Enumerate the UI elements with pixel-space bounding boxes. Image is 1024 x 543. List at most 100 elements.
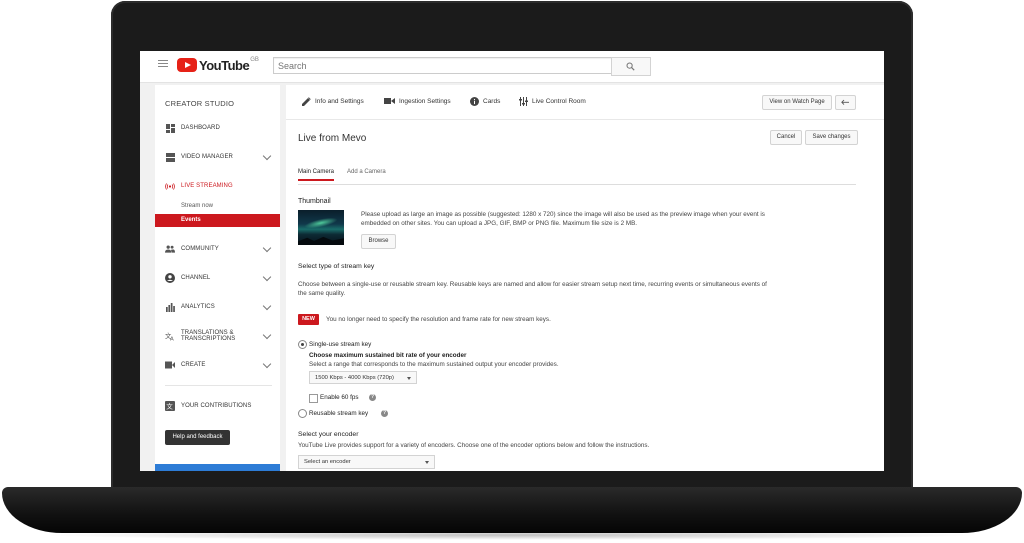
sidebar-item-label: COMMUNITY [181, 246, 219, 252]
tab-label: Live Control Room [532, 98, 586, 105]
single-use-label[interactable]: Single-use stream key [309, 340, 371, 349]
sidebar-item-analytics[interactable]: ANALYTICS [155, 300, 280, 314]
sidebar-item-translations[interactable]: 文A TRANSLATIONS & TRANSCRIPTIONS [155, 326, 280, 346]
help-feedback-button[interactable]: Help and feedback [165, 430, 230, 445]
sidebar-item-channel[interactable]: CHANNEL [155, 271, 280, 285]
camera-tabs: Main Camera Add a Camera [298, 169, 856, 185]
reusable-radio[interactable] [298, 409, 307, 418]
tab-label: Info and Settings [315, 98, 364, 105]
tab-label: Ingestion Settings [399, 97, 451, 105]
thumbnail-description: Please upload as large an image as possi… [361, 210, 765, 228]
back-button[interactable] [835, 95, 856, 110]
help-question-icon[interactable]: ? [369, 394, 376, 401]
sidebar-bottom-bar [155, 464, 280, 471]
sidebar-item-label: YOUR CONTRIBUTIONS [181, 403, 252, 409]
sidebar-subitem-events[interactable]: Events [155, 214, 280, 227]
stream-key-description: Choose between a single-use or reusable … [298, 280, 767, 298]
help-question-icon[interactable]: ? [381, 410, 388, 417]
pencil-icon [302, 97, 311, 106]
live-streaming-icon [165, 181, 175, 191]
main-panel: Info and Settings Ingestion Settings Car… [286, 85, 884, 471]
bitrate-heading: Choose maximum sustained bit rate of you… [309, 352, 467, 359]
svg-text:A: A [170, 337, 174, 341]
sidebar-divider [165, 385, 272, 386]
encoder-heading: Select your encoder [298, 431, 359, 438]
sidebar-item-label: TRANSLATIONS & TRANSCRIPTIONS [181, 330, 235, 343]
sidebar-subitem-stream-now[interactable]: Stream now [155, 200, 280, 213]
sidebar-item-label: ANALYTICS [181, 304, 215, 310]
enable-60fps-label[interactable]: Enable 60 fps [320, 393, 359, 402]
tab-ingestion-settings[interactable]: Ingestion Settings [384, 97, 451, 105]
thumbnail-image[interactable] [298, 210, 344, 245]
page-title: Live from Mevo [298, 133, 367, 144]
sidebar-item-live-streaming[interactable]: LIVE STREAMING [155, 179, 280, 193]
search-icon [626, 62, 635, 71]
youtube-logo[interactable]: YouTube GB [177, 57, 259, 73]
hamburger-menu-icon[interactable] [158, 60, 168, 68]
info-icon [470, 97, 479, 106]
logo-text: YouTube [199, 57, 250, 73]
new-notice-text: You no longer need to specify the resolu… [326, 316, 551, 323]
cancel-button[interactable]: Cancel [770, 130, 802, 145]
dropdown-caret-icon [407, 377, 411, 380]
search-button[interactable] [611, 57, 651, 76]
translate-icon: 文A [165, 331, 175, 341]
chevron-down-icon[interactable] [262, 243, 272, 253]
laptop-shadow [40, 530, 984, 540]
tab-live-control-room[interactable]: Live Control Room [519, 97, 586, 106]
tab-info-settings[interactable]: Info and Settings [302, 97, 364, 106]
thumbnail-text-line2: embedded on other sites. You can upload … [361, 220, 638, 227]
single-use-radio[interactable] [298, 340, 307, 349]
create-icon [165, 360, 175, 370]
tab-cards[interactable]: Cards [470, 97, 500, 106]
chevron-down-icon[interactable] [262, 330, 272, 340]
sidebar-item-label: CHANNEL [181, 275, 211, 281]
channel-icon [165, 273, 175, 283]
search-input[interactable] [273, 57, 613, 74]
bitrate-select[interactable]: 1500 Kbps - 4000 Kbps (720p) [309, 371, 417, 384]
camera-icon [384, 97, 395, 105]
encoder-select[interactable]: Select an encoder [298, 455, 435, 469]
sliders-icon [519, 97, 528, 106]
save-changes-button[interactable]: Save changes [805, 130, 858, 145]
encoder-select-value: Select an encoder [304, 459, 351, 465]
contributions-icon: 文 [165, 401, 175, 411]
analytics-icon [165, 302, 175, 312]
sidebar-item-video-manager[interactable]: VIDEO MANAGER [155, 150, 280, 164]
chevron-down-icon[interactable] [262, 151, 272, 161]
dropdown-caret-icon [425, 461, 429, 464]
play-logo-icon [177, 58, 197, 72]
encoder-description: YouTube Live provides support for a vari… [298, 442, 650, 449]
chevron-down-icon[interactable] [262, 272, 272, 282]
browse-button[interactable]: Browse [361, 234, 396, 249]
sidebar-item-label: VIDEO MANAGER [181, 154, 233, 160]
enable-60fps-checkbox[interactable] [309, 394, 318, 403]
stream-key-desc-line2: the same quality. [298, 290, 346, 297]
creator-studio-title[interactable]: CREATOR STUDIO [165, 99, 234, 108]
sidebar-item-community[interactable]: COMMUNITY [155, 242, 280, 256]
sidebar-item-label: LIVE STREAMING [181, 183, 233, 189]
video-manager-icon [165, 152, 175, 162]
back-arrow-icon [841, 99, 849, 105]
thumbnail-heading: Thumbnail [298, 198, 331, 205]
sidebar: CREATOR STUDIO DASHBOARD VIDEO MANAGER L… [155, 85, 280, 471]
reusable-label[interactable]: Reusable stream key [309, 409, 368, 418]
sidebar-item-label: DASHBOARD [181, 125, 220, 131]
tab-add-camera[interactable]: Add a Camera [347, 169, 386, 175]
chevron-down-icon[interactable] [262, 359, 272, 369]
sidebar-item-label: CREATE [181, 362, 206, 368]
stream-key-heading: Select type of stream key [298, 263, 375, 270]
tab-main-camera[interactable]: Main Camera [298, 169, 335, 181]
chevron-down-icon[interactable] [262, 301, 272, 311]
sidebar-item-your-contributions[interactable]: 文 YOUR CONTRIBUTIONS [155, 399, 280, 413]
translations-label-line2: TRANSCRIPTIONS [181, 336, 236, 342]
translations-label-line1: TRANSLATIONS & [181, 329, 234, 336]
new-badge: NEW [298, 314, 319, 325]
svg-text:文: 文 [166, 402, 173, 411]
community-icon [165, 244, 175, 254]
tab-label: Cards [483, 98, 501, 105]
view-watch-page-button[interactable]: View on Watch Page [762, 95, 832, 110]
sidebar-item-create[interactable]: CREATE [155, 358, 280, 372]
bitrate-select-value: 1500 Kbps - 4000 Kbps (720p) [315, 375, 394, 381]
sidebar-item-dashboard[interactable]: DASHBOARD [155, 121, 280, 135]
